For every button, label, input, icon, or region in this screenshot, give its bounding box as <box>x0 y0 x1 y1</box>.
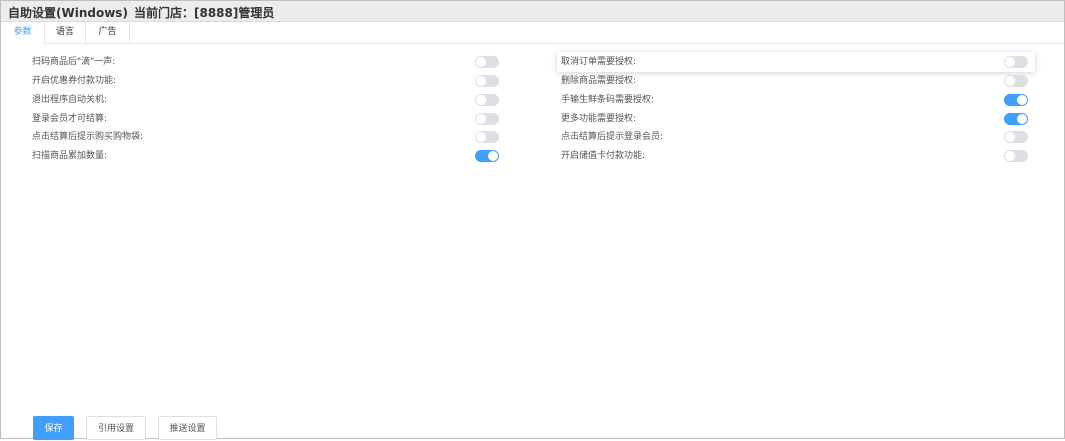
switch-knob <box>476 132 486 142</box>
push-settings-button[interactable]: 推送设置 <box>158 416 217 440</box>
toggle-switch[interactable] <box>475 75 499 87</box>
toggle-switch[interactable] <box>475 150 499 162</box>
setting-row-login-member-prompt: 点击结算后提示登录会员: <box>561 130 1031 144</box>
setting-row-cancel-order-auth: 取消订单需要授权: <box>561 55 1031 69</box>
settings-window: 自助设置(Windows) 当前门店：[8888]管理员 参数 语言 广告 扫码… <box>0 0 1065 440</box>
setting-label: 退出程序自动关机: <box>32 95 108 105</box>
switch-knob <box>488 151 498 161</box>
setting-row-stored-value-card: 开启储值卡付款功能: <box>561 149 1031 163</box>
save-button[interactable]: 保存 <box>33 416 74 440</box>
switch-knob <box>1005 57 1015 67</box>
setting-row-member-checkout: 登录会员才可结算: <box>32 112 502 126</box>
switch-knob <box>476 114 486 124</box>
toggle-switch[interactable] <box>1004 150 1028 162</box>
setting-row-delete-item-auth: 删除商品需要授权: <box>561 74 1031 88</box>
setting-row-coupon-payment: 开启优惠券付款功能: <box>32 74 502 88</box>
switch-knob <box>476 76 486 86</box>
setting-label: 点击结算后提示购买购物袋: <box>32 132 144 142</box>
switch-knob <box>1017 114 1027 124</box>
switch-knob <box>1017 95 1027 105</box>
tab-language[interactable]: 语言 <box>45 22 86 43</box>
toggle-switch[interactable] <box>1004 113 1028 125</box>
toggle-switch[interactable] <box>475 94 499 106</box>
setting-row-shopping-bag-prompt: 点击结算后提示购买购物袋: <box>32 130 502 144</box>
switch-knob <box>476 57 486 67</box>
setting-row-more-functions-auth: 更多功能需要授权: <box>561 112 1031 126</box>
setting-label: 点击结算后提示登录会员: <box>561 132 664 142</box>
toggle-switch[interactable] <box>1004 131 1028 143</box>
setting-row-accumulate-quantity: 扫描商品累加数量: <box>32 149 502 163</box>
setting-label: 删除商品需要授权: <box>561 76 637 86</box>
setting-row-auto-shutdown: 退出程序自动关机: <box>32 93 502 107</box>
toggle-switch[interactable] <box>475 56 499 68</box>
setting-label: 登录会员才可结算: <box>32 114 108 124</box>
setting-label: 扫码商品后"滴"一声: <box>32 57 116 67</box>
switch-knob <box>1005 76 1015 86</box>
current-store-label: 当前门店：[8888]管理员 <box>134 6 275 20</box>
setting-label: 取消订单需要授权: <box>561 57 637 67</box>
reference-settings-button[interactable]: 引用设置 <box>86 416 146 440</box>
toggle-switch[interactable] <box>475 131 499 143</box>
setting-row-scan-beep: 扫码商品后"滴"一声: <box>32 55 502 69</box>
setting-label: 更多功能需要授权: <box>561 114 637 124</box>
window-header: 自助设置(Windows) 当前门店：[8888]管理员 <box>1 1 1064 22</box>
toggle-switch[interactable] <box>475 113 499 125</box>
tab-bar: 参数 语言 广告 <box>1 22 1064 44</box>
setting-row-fresh-barcode-auth: 手输生鲜条码需要授权: <box>561 93 1031 107</box>
toggle-switch[interactable] <box>1004 94 1028 106</box>
tab-ads[interactable]: 广告 <box>86 22 130 43</box>
page-title: 自助设置(Windows) <box>8 6 128 20</box>
switch-knob <box>476 95 486 105</box>
toggle-switch[interactable] <box>1004 75 1028 87</box>
switch-knob <box>1005 132 1015 142</box>
switch-knob <box>1005 151 1015 161</box>
setting-label: 手输生鲜条码需要授权: <box>561 95 655 105</box>
setting-label: 开启储值卡付款功能: <box>561 151 646 161</box>
setting-label: 扫描商品累加数量: <box>32 151 108 161</box>
tab-params[interactable]: 参数 <box>1 22 45 44</box>
setting-label: 开启优惠券付款功能: <box>32 76 117 86</box>
toggle-switch[interactable] <box>1004 56 1028 68</box>
